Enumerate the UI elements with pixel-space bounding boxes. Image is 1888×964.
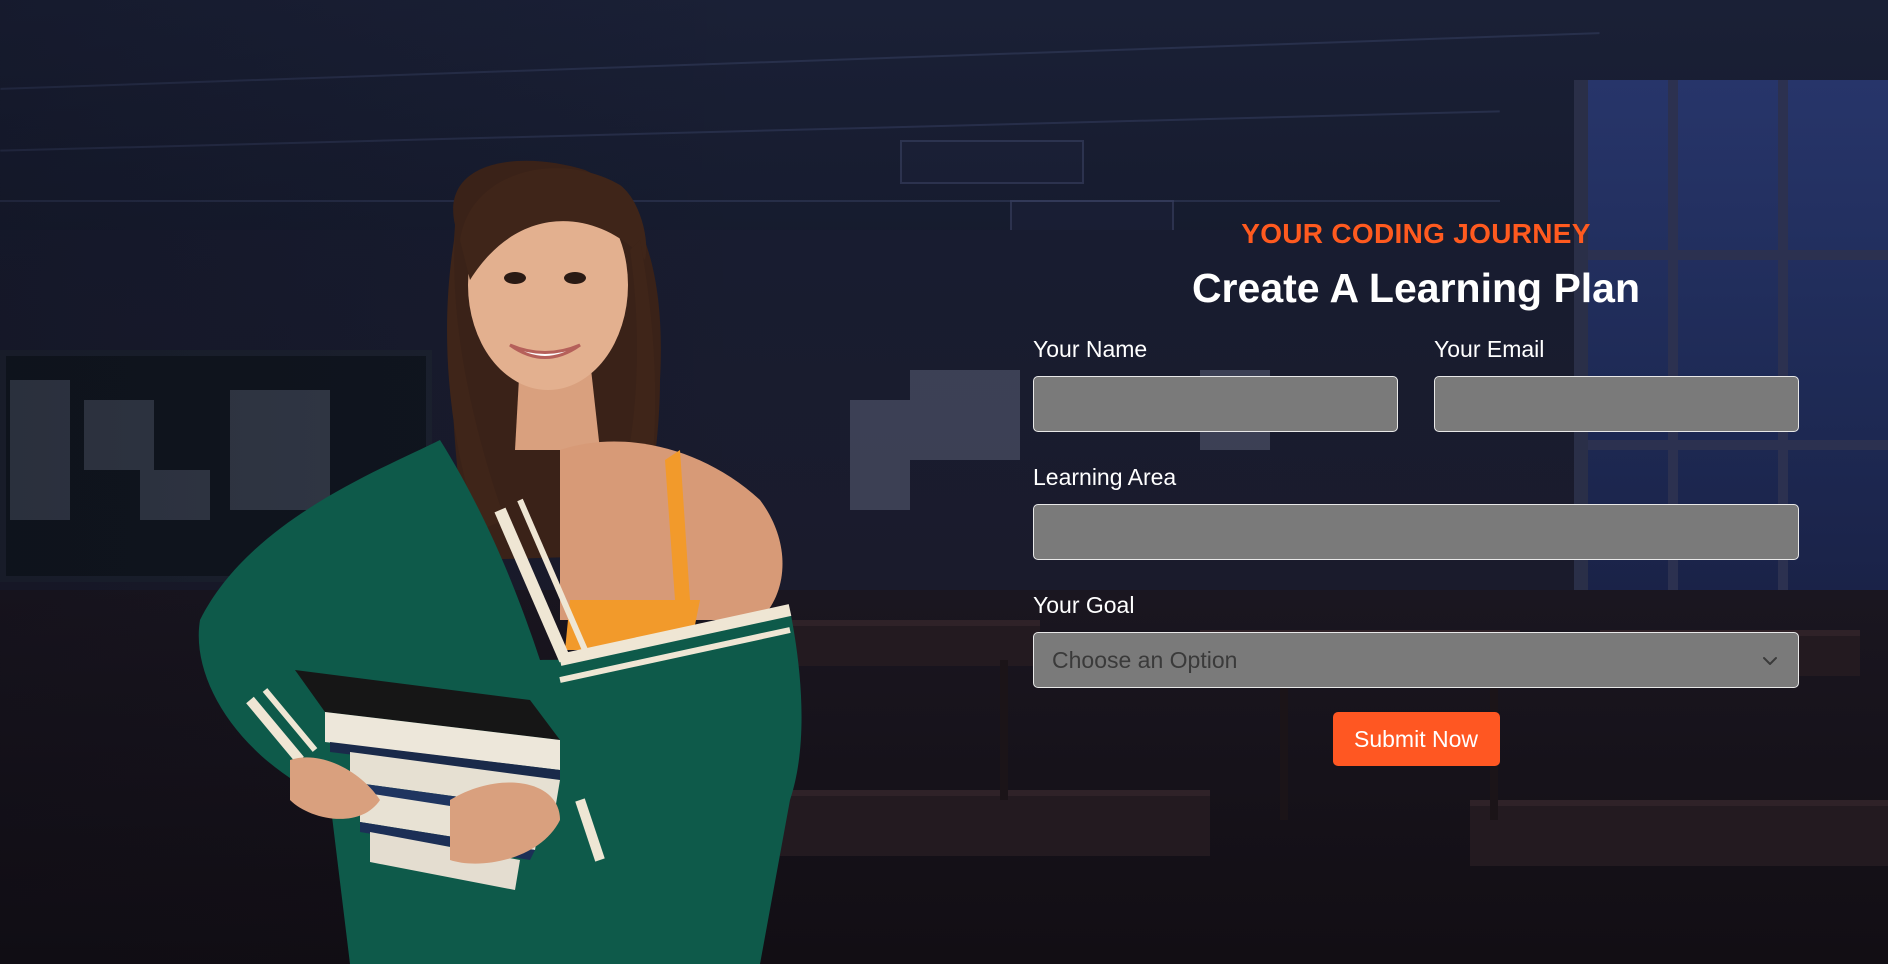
goal-select-value: Choose an Option [1052, 646, 1238, 673]
learning-area-field-group: Learning Area [1033, 462, 1799, 560]
goal-field-group: Your Goal Choose an Option [1033, 590, 1799, 688]
email-label: Your Email [1434, 336, 1545, 362]
submit-button[interactable]: Submit Now [1332, 712, 1500, 766]
email-input[interactable] [1434, 376, 1799, 432]
hero-section: YOUR CODING JOURNEY Create A Learning Pl… [0, 0, 1888, 964]
goal-select[interactable]: Choose an Option [1033, 632, 1799, 688]
learning-area-input[interactable] [1033, 504, 1799, 560]
name-field-group: Your Name [1033, 334, 1398, 432]
page-title: Create A Learning Plan [1191, 265, 1641, 311]
goal-label: Your Goal [1033, 592, 1135, 618]
section-eyebrow: YOUR CODING JOURNEY [1241, 218, 1591, 249]
chevron-down-icon [1760, 650, 1780, 670]
email-field-group: Your Email [1434, 334, 1799, 432]
learning-area-label: Learning Area [1033, 464, 1177, 490]
name-label: Your Name [1033, 336, 1148, 362]
learning-plan-form: YOUR CODING JOURNEY Create A Learning Pl… [1033, 214, 1799, 766]
name-input[interactable] [1033, 376, 1398, 432]
